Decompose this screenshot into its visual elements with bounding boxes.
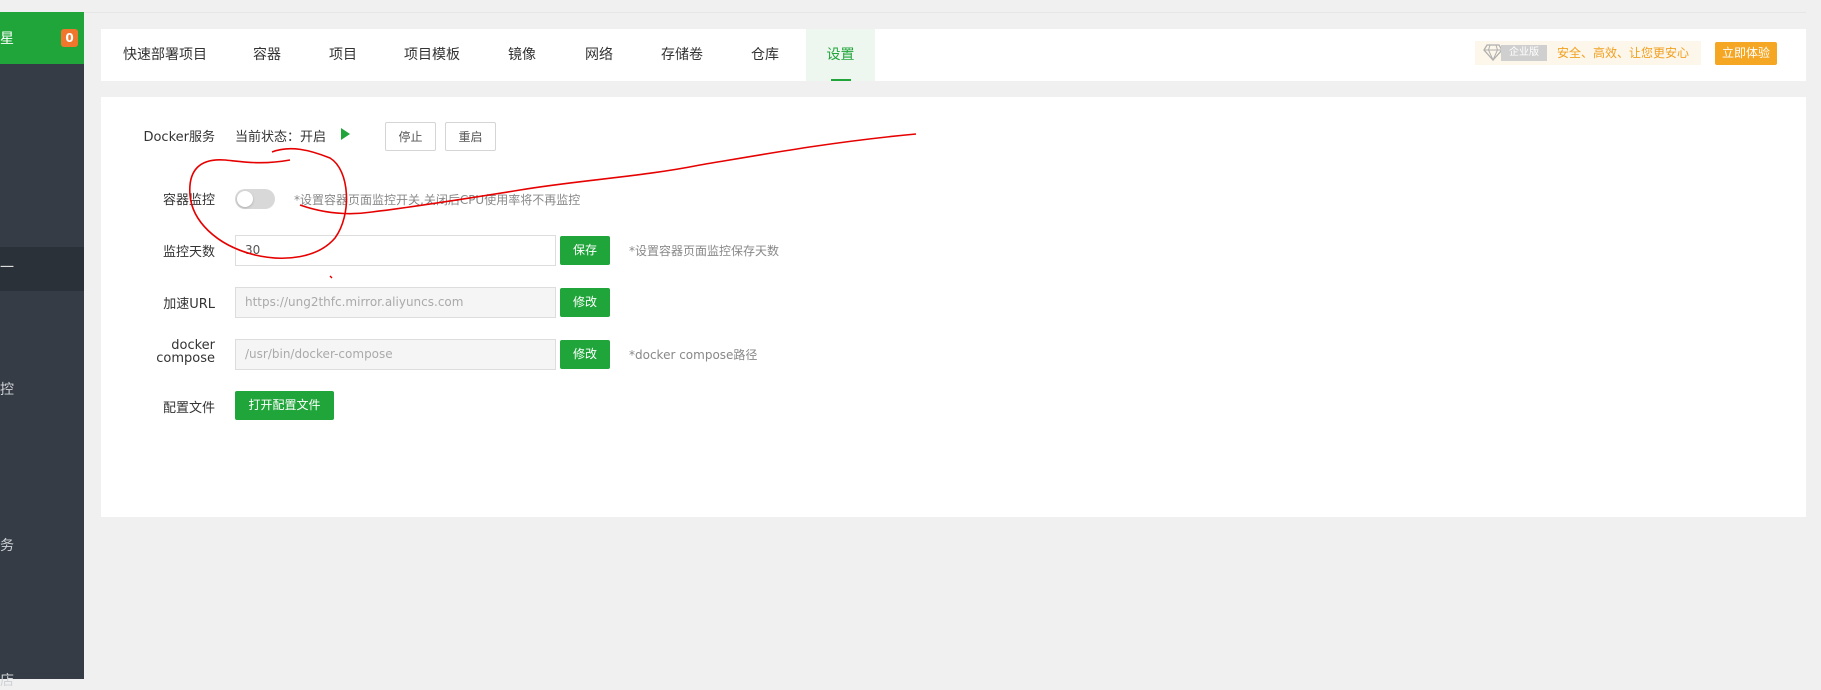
tab-settings[interactable]: 设置 (806, 29, 875, 81)
compose-label-line2: compose (156, 351, 215, 366)
edit-compose-button[interactable]: 修改 (560, 340, 610, 369)
tab-project-templates[interactable]: 项目模板 (404, 29, 460, 81)
tab-projects[interactable]: 项目 (329, 29, 357, 81)
top-strip (84, 0, 1821, 13)
sidebar: 星 0 一 控 务 店 (0, 12, 84, 689)
compose-label: docker compose (101, 339, 215, 365)
tab-volumes[interactable]: 存储卷 (661, 29, 703, 81)
sidebar-item-home[interactable]: 星 0 (0, 12, 84, 64)
sidebar-item-task[interactable]: 务 (0, 535, 14, 555)
sidebar-item-docker[interactable]: 一 (0, 247, 84, 291)
monitor-days-label: 监控天数 (162, 245, 215, 260)
sidebar-item-monitor[interactable]: 控 (0, 379, 14, 399)
monitor-days-hint: *设置容器页面监控保存天数 (629, 244, 780, 258)
open-config-button[interactable]: 打开配置文件 (235, 391, 334, 420)
save-days-button[interactable]: 保存 (560, 236, 610, 265)
sidebar-item-label: 一 (0, 260, 14, 276)
toggle-knob (237, 191, 253, 207)
monitor-days-input[interactable]: 30 (235, 235, 556, 266)
active-tab-indicator (831, 79, 851, 81)
tab-bar: 快速部署项目 容器 项目 项目模板 镜像 网络 存储卷 仓库 设置 企业版 安全… (101, 29, 1806, 81)
container-monitor-label: 容器监控 (162, 193, 215, 208)
tab-networks[interactable]: 网络 (585, 29, 613, 81)
sidebar-item-label: 星 (0, 31, 14, 47)
promo-text: 安全、高效、让您更安心 (1557, 46, 1690, 60)
enterprise-badge: 企业版 (1501, 45, 1547, 61)
config-file-label: 配置文件 (162, 401, 215, 416)
monitor-hint: *设置容器页面监控开关,关闭后CPU使用率将不再监控 (294, 193, 581, 207)
notification-badge[interactable]: 0 (61, 29, 78, 47)
diamond-icon (1483, 44, 1503, 61)
monitor-toggle[interactable] (235, 189, 275, 209)
scrollbar[interactable] (1806, 12, 1821, 679)
tab-settings-label: 设置 (826, 47, 855, 63)
restart-button[interactable]: 重启 (445, 122, 496, 151)
stop-button[interactable]: 停止 (385, 122, 436, 151)
tab-images[interactable]: 镜像 (508, 29, 536, 81)
compose-path-input[interactable]: /usr/bin/docker-compose (235, 339, 556, 370)
enterprise-promo: 企业版 安全、高效、让您更安心 立即体验 (1475, 41, 1804, 65)
tab-containers[interactable]: 容器 (253, 29, 281, 81)
sidebar-item-store[interactable]: 店 (0, 670, 14, 690)
accel-url-label: 加速URL (163, 297, 215, 312)
settings-panel: Docker服务 当前状态：开启 停止 重启 容器监控 *设置容器页面监控开关,… (101, 97, 1806, 517)
accel-url-input[interactable]: https://ung2thfc.mirror.aliyuncs.com (235, 287, 556, 318)
docker-service-label: Docker服务 (143, 130, 215, 145)
play-icon (341, 128, 350, 140)
tab-quick-deploy[interactable]: 快速部署项目 (123, 29, 207, 81)
docker-status-text: 当前状态：开启 (235, 130, 327, 145)
try-now-button[interactable]: 立即体验 (1715, 42, 1777, 65)
edit-url-button[interactable]: 修改 (560, 288, 610, 317)
tab-registry[interactable]: 仓库 (751, 29, 779, 81)
compose-hint: *docker compose路径 (629, 348, 758, 362)
